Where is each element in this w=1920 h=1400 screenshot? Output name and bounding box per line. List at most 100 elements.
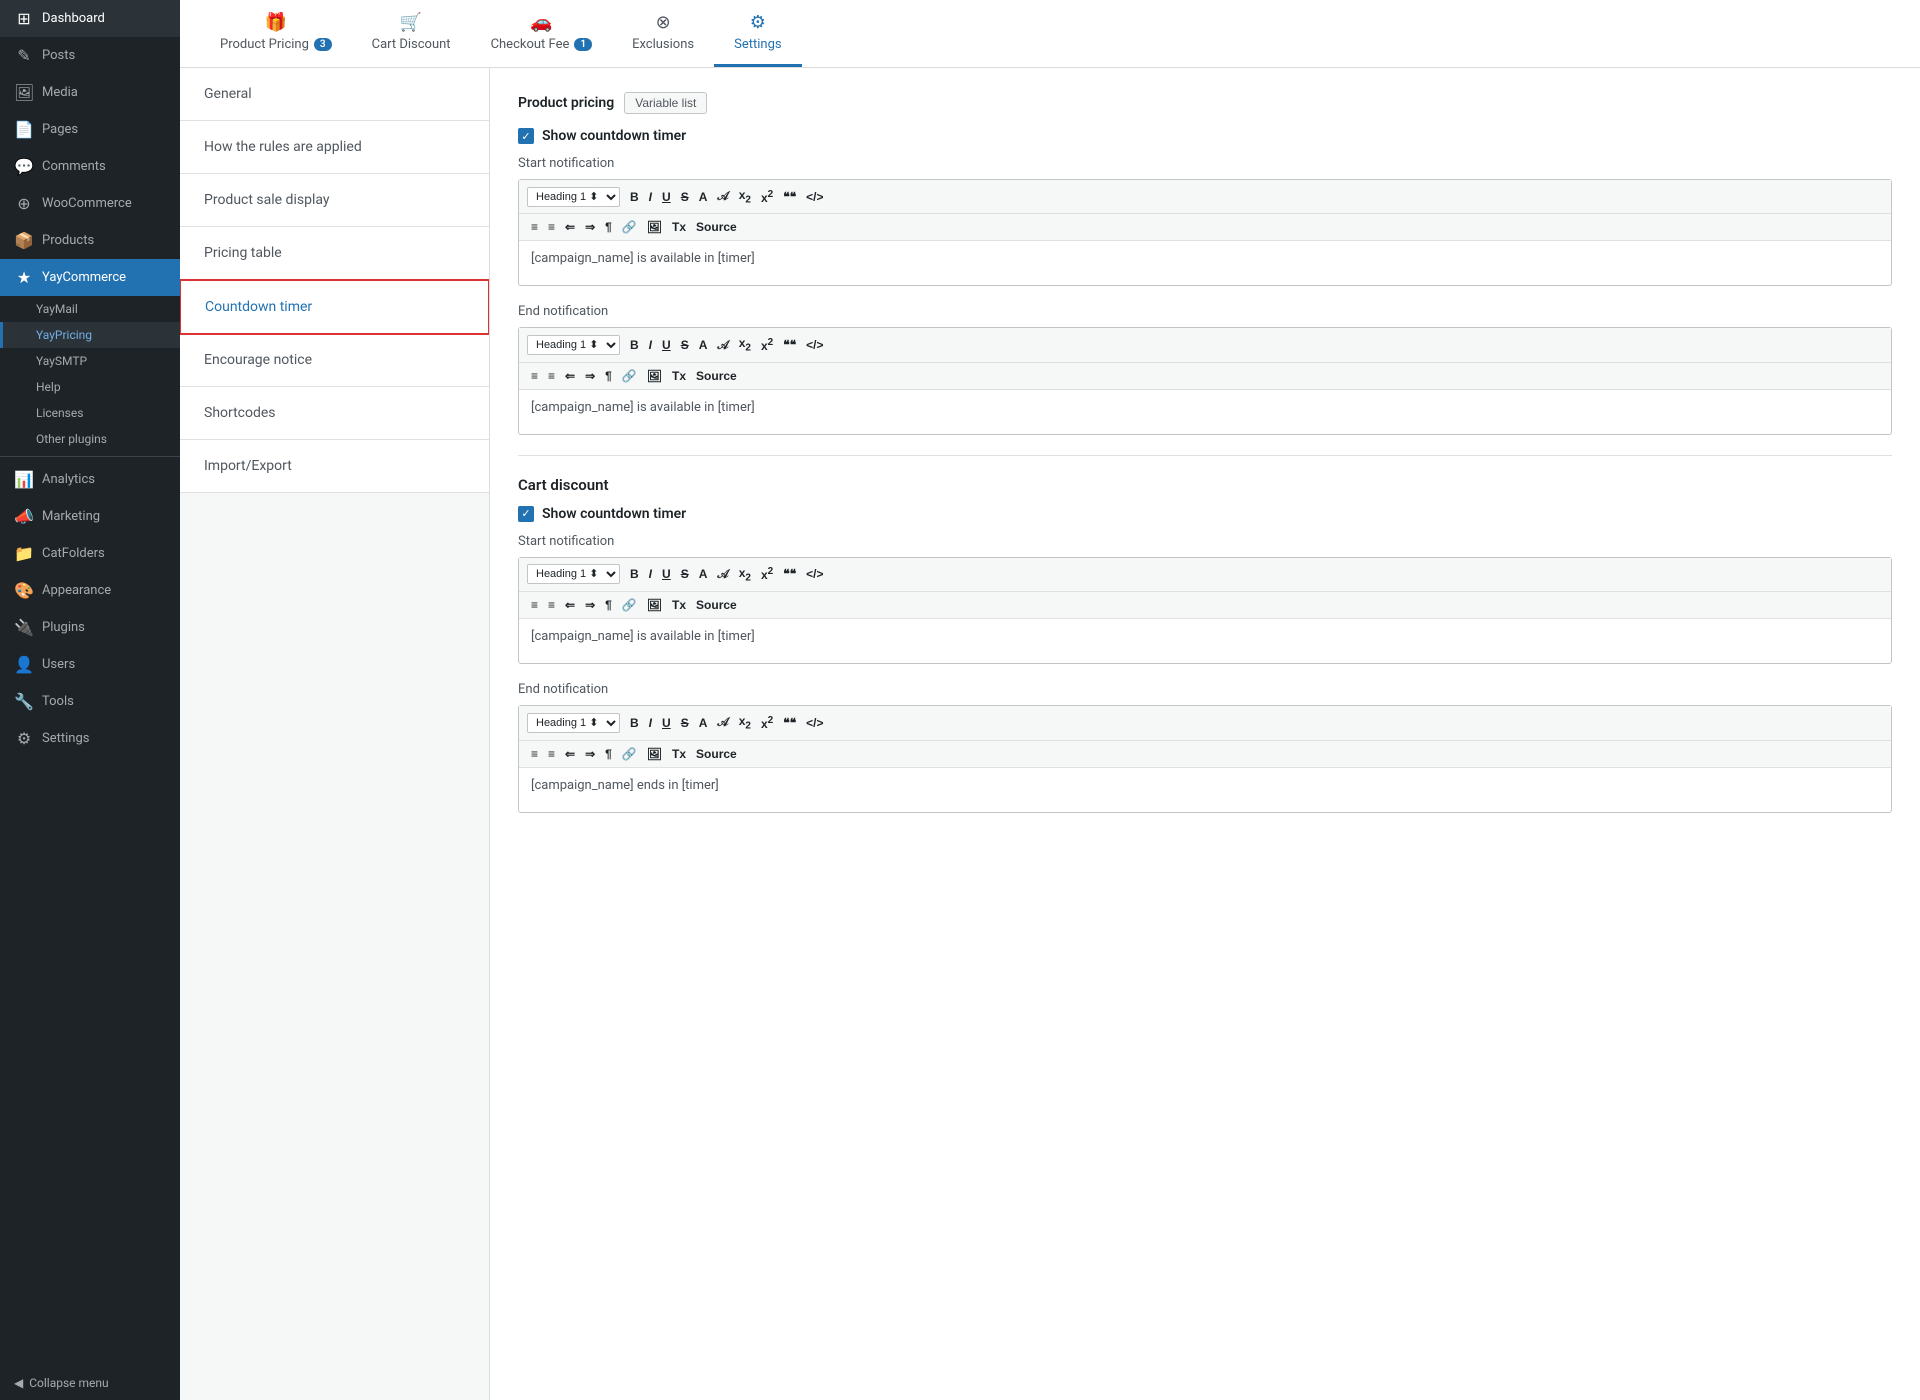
- cd-subscript-button-end[interactable]: x2: [735, 712, 755, 733]
- cd-strikethrough-button-end[interactable]: S: [677, 714, 693, 732]
- outdent-button-end[interactable]: ⇐: [561, 367, 579, 385]
- cd-indent-button[interactable]: ⇒: [581, 596, 599, 614]
- underline-button-end[interactable]: U: [658, 336, 675, 354]
- sidebar-item-plugins[interactable]: 🔌 Plugins: [0, 609, 180, 646]
- collapse-menu-button[interactable]: ◀ Collapse menu: [0, 1366, 180, 1400]
- ordered-list-button-end[interactable]: ≡: [527, 367, 542, 385]
- sidebar-item-catfolders[interactable]: 📁 CatFolders: [0, 535, 180, 572]
- tab-cart-discount[interactable]: 🛒 Cart Discount: [352, 0, 471, 67]
- sidebar-item-pages[interactable]: 📄 Pages: [0, 111, 180, 148]
- cd-heading-select-end[interactable]: Heading 1 ⬍: [527, 713, 620, 733]
- cd-heading-select[interactable]: Heading 1 ⬍: [527, 564, 620, 584]
- sidebar-item-appearance[interactable]: 🎨 Appearance: [0, 572, 180, 609]
- sidebar-sub-yaymail[interactable]: YayMail: [0, 296, 180, 322]
- cd-link-button[interactable]: 🔗: [618, 596, 641, 614]
- cd-end-notification-content[interactable]: [campaign_name] ends in [timer]: [519, 768, 1891, 812]
- tab-product-pricing[interactable]: 🎁 Product Pricing 3: [200, 0, 352, 67]
- cd-paragraph-button[interactable]: ¶: [601, 596, 616, 614]
- link-button[interactable]: 🔗: [618, 218, 641, 236]
- source-button[interactable]: Source: [692, 218, 741, 236]
- sub-nav-general[interactable]: General: [180, 68, 489, 121]
- blockquote-button-end[interactable]: ❝❝: [779, 336, 800, 354]
- sub-nav-encourage-notice[interactable]: Encourage notice: [180, 334, 489, 387]
- unordered-list-button-end[interactable]: ≡: [544, 367, 559, 385]
- clear-format-button[interactable]: Tx: [668, 218, 690, 236]
- italic-button[interactable]: I: [645, 188, 656, 206]
- cd-clear-format-button-end[interactable]: Tx: [668, 745, 690, 763]
- cd-link-button-end[interactable]: 🔗: [618, 745, 641, 763]
- sidebar-sub-licenses[interactable]: Licenses: [0, 400, 180, 426]
- highlight-button[interactable]: 𝒜: [713, 187, 732, 206]
- italic-button-end[interactable]: I: [645, 336, 656, 354]
- outdent-button[interactable]: ⇐: [561, 218, 579, 236]
- cd-indent-button-end[interactable]: ⇒: [581, 745, 599, 763]
- cd-superscript-button-end[interactable]: x2: [757, 713, 777, 733]
- cd-bold-button[interactable]: B: [626, 565, 643, 583]
- code-button-end[interactable]: </>: [802, 336, 827, 354]
- sidebar-sub-yaypricing[interactable]: YayPricing: [0, 322, 180, 348]
- cd-strikethrough-button[interactable]: S: [677, 565, 693, 583]
- indent-button-end[interactable]: ⇒: [581, 367, 599, 385]
- sidebar-item-media[interactable]: 🖼 Media: [0, 74, 180, 111]
- font-color-button-end[interactable]: A: [695, 336, 712, 354]
- cd-image-button[interactable]: 🖼: [643, 596, 666, 614]
- cd-italic-button-end[interactable]: I: [645, 714, 656, 732]
- ordered-list-button[interactable]: ≡: [527, 218, 542, 236]
- font-color-button[interactable]: A: [695, 188, 712, 206]
- pp-show-timer-checkbox[interactable]: ✓: [518, 128, 534, 144]
- cd-unordered-list-button-end[interactable]: ≡: [544, 745, 559, 763]
- image-button-end[interactable]: 🖼: [643, 367, 666, 385]
- sidebar-sub-yaysmtp[interactable]: YaySMTP: [0, 348, 180, 374]
- sub-nav-shortcodes[interactable]: Shortcodes: [180, 387, 489, 440]
- sub-nav-how-rules[interactable]: How the rules are applied: [180, 121, 489, 174]
- cd-blockquote-button[interactable]: ❝❝: [779, 565, 800, 583]
- cd-outdent-button-end[interactable]: ⇐: [561, 745, 579, 763]
- sidebar-item-marketing[interactable]: 📣 Marketing: [0, 498, 180, 535]
- cd-source-button-end[interactable]: Source: [692, 745, 741, 763]
- cd-blockquote-button-end[interactable]: ❝❝: [779, 714, 800, 732]
- cd-font-color-button-end[interactable]: A: [695, 714, 712, 732]
- pp-end-notification-content[interactable]: [campaign_name] is available in [timer]: [519, 390, 1891, 434]
- sidebar-sub-other-plugins[interactable]: Other plugins: [0, 426, 180, 452]
- tab-settings[interactable]: ⚙ Settings: [714, 0, 801, 67]
- cd-code-button-end[interactable]: </>: [802, 714, 827, 732]
- code-button[interactable]: </>: [802, 188, 827, 206]
- cd-ordered-list-button-end[interactable]: ≡: [527, 745, 542, 763]
- sidebar-sub-help[interactable]: Help: [0, 374, 180, 400]
- variable-list-button[interactable]: Variable list: [624, 92, 707, 114]
- cd-paragraph-button-end[interactable]: ¶: [601, 745, 616, 763]
- sidebar-item-settings[interactable]: ⚙ Settings: [0, 720, 180, 757]
- cd-italic-button[interactable]: I: [645, 565, 656, 583]
- sidebar-item-dashboard[interactable]: ⊞ Dashboard: [0, 0, 180, 37]
- strikethrough-button-end[interactable]: S: [677, 336, 693, 354]
- image-button[interactable]: 🖼: [643, 218, 666, 236]
- superscript-button[interactable]: x2: [757, 187, 777, 207]
- cd-subscript-button[interactable]: x2: [735, 564, 755, 585]
- tab-checkout-fee[interactable]: 🚗 Checkout Fee 1: [471, 0, 613, 67]
- cd-source-button[interactable]: Source: [692, 596, 741, 614]
- sidebar-item-analytics[interactable]: 📊 Analytics: [0, 461, 180, 498]
- sub-nav-product-sale-display[interactable]: Product sale display: [180, 174, 489, 227]
- cd-superscript-button[interactable]: x2: [757, 564, 777, 584]
- source-button-end[interactable]: Source: [692, 367, 741, 385]
- sub-nav-import-export[interactable]: Import/Export: [180, 440, 489, 493]
- bold-button-end[interactable]: B: [626, 336, 643, 354]
- sub-nav-pricing-table[interactable]: Pricing table: [180, 227, 489, 280]
- cd-start-notification-content[interactable]: [campaign_name] is available in [timer]: [519, 619, 1891, 663]
- sub-nav-countdown-timer[interactable]: Countdown timer: [180, 280, 489, 334]
- cd-image-button-end[interactable]: 🖼: [643, 745, 666, 763]
- tab-exclusions[interactable]: ⊗ Exclusions: [612, 0, 714, 67]
- paragraph-button[interactable]: ¶: [601, 218, 616, 236]
- heading-select-end[interactable]: Heading 1 ⬍: [527, 335, 620, 355]
- cd-underline-button-end[interactable]: U: [658, 714, 675, 732]
- sidebar-item-products[interactable]: 📦 Products: [0, 222, 180, 259]
- sidebar-item-comments[interactable]: 💬 Comments: [0, 148, 180, 185]
- link-button-end[interactable]: 🔗: [618, 367, 641, 385]
- blockquote-button[interactable]: ❝❝: [779, 188, 800, 206]
- strikethrough-button[interactable]: S: [677, 188, 693, 206]
- cd-code-button[interactable]: </>: [802, 565, 827, 583]
- pp-start-notification-content[interactable]: [campaign_name] is available in [timer]: [519, 241, 1891, 285]
- sidebar-item-tools[interactable]: 🔧 Tools: [0, 683, 180, 720]
- bold-button[interactable]: B: [626, 188, 643, 206]
- paragraph-button-end[interactable]: ¶: [601, 367, 616, 385]
